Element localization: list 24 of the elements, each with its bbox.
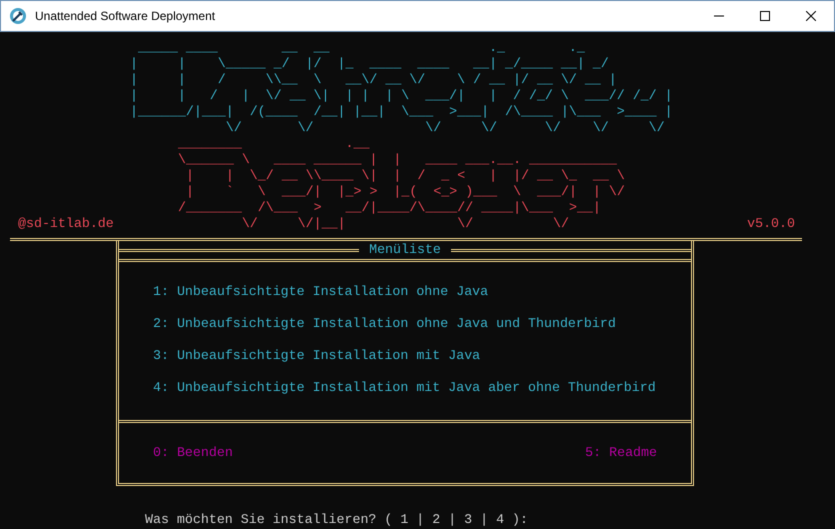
close-icon <box>806 11 816 21</box>
banner-art-line: \______ \ ____ ______ | | ____ ___.__. ___________ <box>176 152 617 168</box>
menu-option[interactable]: 3: Unbeaufsichtigte Installation mit Java <box>153 348 480 364</box>
banner-art-line: |______/|___| /(____ /__| |__| \___ >___| /\____ |\___ >____ | <box>130 104 673 120</box>
banner-art-line: \/ \/ \/ \/ \/ \/ \/ <box>224 120 665 136</box>
banner-art-line: | | \_____ _/ |/ |_ ____ ____ __| _/____ __| _/ <box>130 56 609 72</box>
banner-art-line: | | \_/ __ \\____ \| | / _ < | |/ __ \_ __ \ <box>184 168 625 184</box>
banner-art-line: | | / \\__ \ __\/ __ \/ \ / __ |/ __ \/ __ | <box>130 72 617 88</box>
window-title: Unattended Software Deployment <box>35 8 216 25</box>
maximize-icon <box>760 11 770 21</box>
menu-option[interactable]: 4: Unbeaufsichtigte Installation mit Java aber ohne Thunderbird <box>153 380 656 396</box>
menu-title: Menüliste <box>368 242 442 258</box>
menu-option[interactable]: 1: Unbeaufsichtigte Installation ohne Java <box>153 284 488 300</box>
banner-art-line: ________ .__ <box>176 136 370 152</box>
input-prompt: Was möchten Sie installieren? ( 1 | 2 | 3 | 4 ): <box>145 512 528 528</box>
author-tag: @sd-itlab.de <box>18 216 170 232</box>
wrench-gear-icon <box>9 7 27 25</box>
banner-art-line: _____ ____ __ __ ._ ._ <box>136 40 585 56</box>
banner-art-line: \/ \/|__| \/ \/ <box>240 216 569 232</box>
version-label: v5.0.0 <box>747 216 795 232</box>
menu-option[interactable]: 2: Unbeaufsichtigte Installation ohne Java und Thunderbird <box>153 316 616 332</box>
banner-art-line: | ` \ ___/| |_> > |_( <_> )___ \ ___/| | \/ <box>184 184 625 200</box>
banner-art-line: | | / | \/ __ \| | | | \ ___/| | / /_/ \ ___// /_/ | <box>130 88 673 104</box>
banner-art-line: /_______ /\___ > __/|____/\____// ____|\___ >__| <box>176 200 601 216</box>
